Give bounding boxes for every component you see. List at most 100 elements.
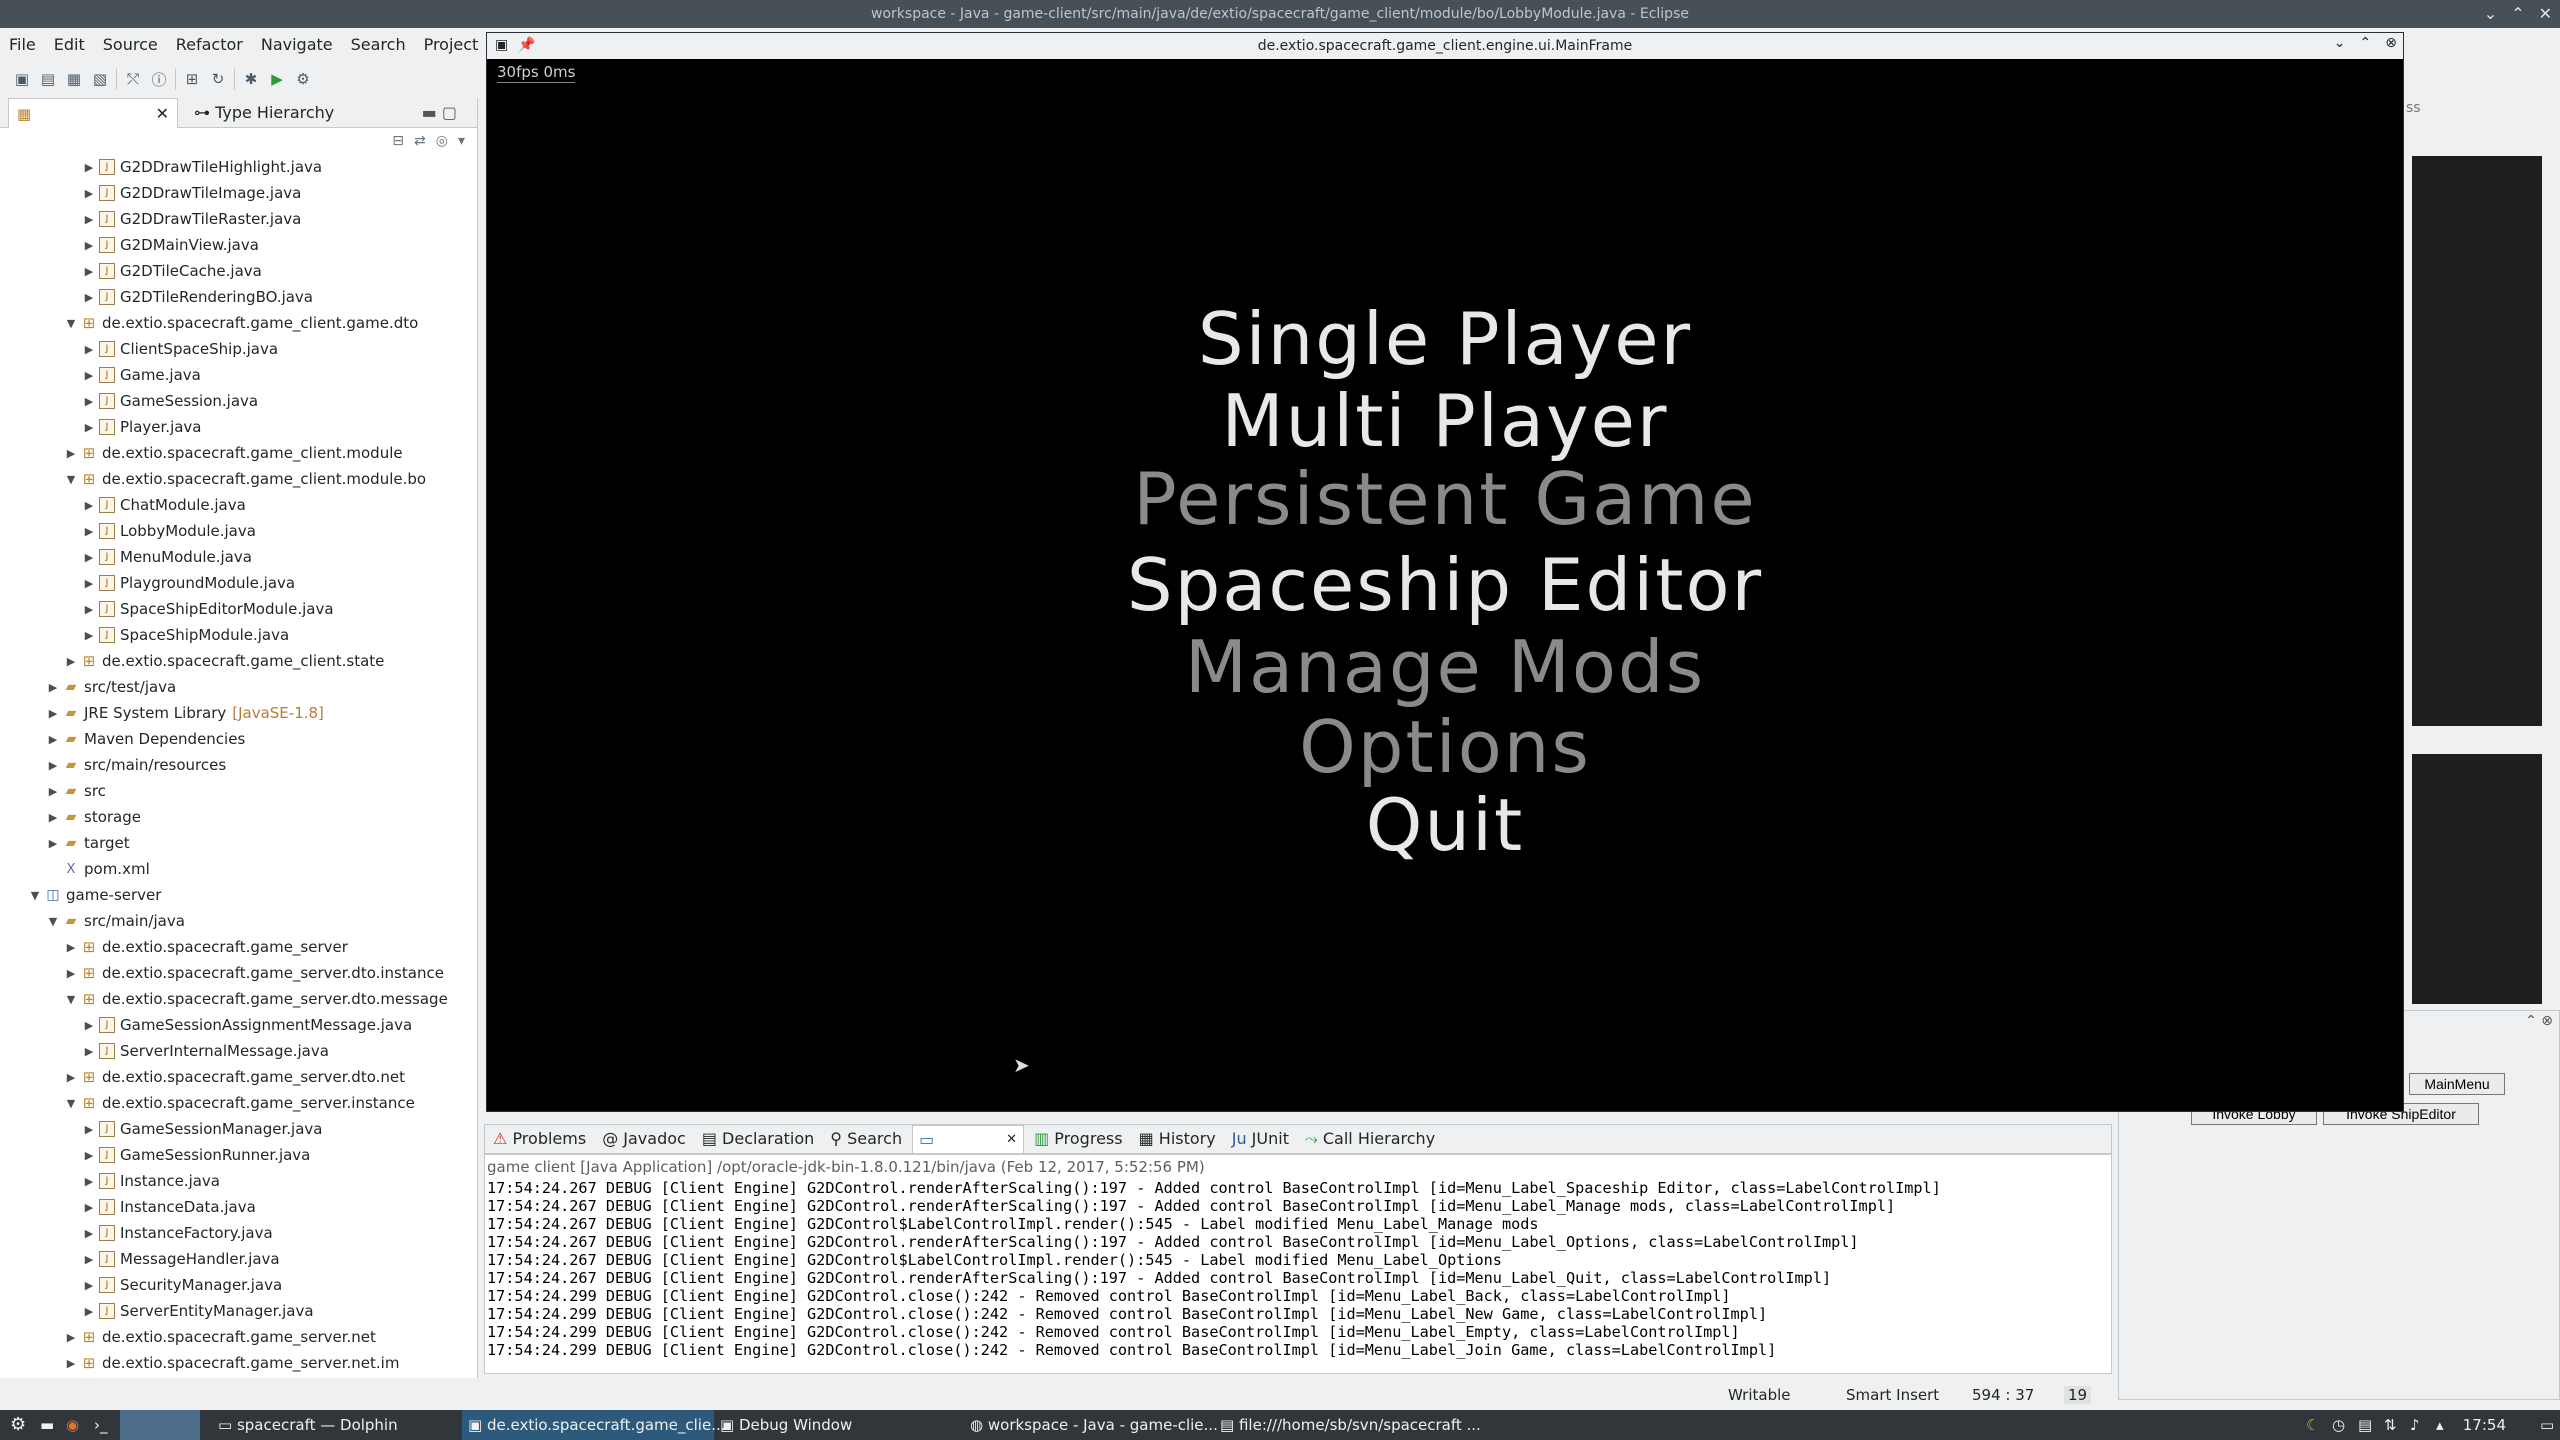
debug-icon[interactable]: ✱ [241,70,261,88]
tree-item[interactable]: ▶ J InstanceData.java [0,1194,477,1220]
tab-call-hierarchy[interactable]: ⤳ Call Hierarchy [1299,1125,1441,1153]
game-menu-manage-mods[interactable]: Manage Mods [487,625,2403,709]
night-color-icon[interactable]: ☾ [2300,1410,2319,1440]
tree-item[interactable]: ▼ ⊞ de.extio.spacecraft.game_client.module… [0,466,477,492]
tab-package-explorer[interactable]: ▦ ✕ [8,97,178,128]
chevron-right-icon[interactable]: ▶ [82,421,96,434]
tree-item[interactable]: ▶ ▰ storage [0,804,477,830]
tree-item[interactable]: ▶ J G2DDrawTileHighlight.java [0,154,477,180]
chevron-right-icon[interactable]: ▶ [46,733,60,746]
chevron-right-icon[interactable]: ▶ [64,1071,78,1084]
chevron-right-icon[interactable]: ▶ [82,1175,96,1188]
tree-item[interactable]: ▶ ▰ JRE System Library [JavaSE-1.8] [0,700,477,726]
tree-item[interactable]: ▶ ⊞ de.extio.spacecraft.game_client.state [0,648,477,674]
chevron-right-icon[interactable]: ▶ [82,1149,96,1162]
link-editor-icon[interactable]: ⇄ [414,133,426,149]
chevron-right-icon[interactable]: ▶ [82,1045,96,1058]
chevron-right-icon[interactable]: ▶ [46,681,60,694]
tree-item[interactable]: ▶ J ServerInternalMessage.java [0,1038,477,1064]
task-eclipse[interactable]: ◍ workspace - Java - game-clie... [964,1410,1218,1440]
terminal-icon[interactable]: ›_ [88,1410,108,1440]
tree-item[interactable]: ▶ J ServerEntityManager.java [0,1298,477,1324]
tree-item[interactable]: ▶ J SecurityManager.java [0,1272,477,1298]
volume-icon[interactable]: ♪ [2404,1410,2420,1440]
pin-icon[interactable]: 📌 [518,37,535,53]
tree-item[interactable]: ▶ J GameSessionRunner.java [0,1142,477,1168]
tab-junit[interactable]: Ju JUnit [1226,1125,1295,1153]
chevron-down-icon[interactable]: ▼ [64,473,78,486]
maximize-icon[interactable]: ⌃ [2360,35,2372,51]
tree-item[interactable]: ▶ ▰ Maven Dependencies [0,726,477,752]
minimize-icon[interactable]: ▬ ▢ [422,103,477,122]
chevron-right-icon[interactable]: ▶ [82,187,96,200]
tab-history[interactable]: ▦ History [1133,1125,1222,1153]
tree-item[interactable]: ▼ ⊞ de.extio.spacecraft.game_server.dto.me… [0,986,477,1012]
chevron-right-icon[interactable]: ▶ [82,1253,96,1266]
chevron-right-icon[interactable]: ▶ [46,759,60,772]
close-icon[interactable]: ✕ [2539,4,2552,23]
chevron-right-icon[interactable]: ▶ [82,1305,96,1318]
refresh-icon[interactable]: ↻ [208,70,228,88]
chevron-right-icon[interactable]: ▶ [82,525,96,538]
chevron-right-icon[interactable]: ▶ [82,499,96,512]
open-icon[interactable]: ▤ [38,70,58,88]
chevron-right-icon[interactable]: ▶ [82,1279,96,1292]
chevron-right-icon[interactable]: ▶ [82,1019,96,1032]
tree-item[interactable]: ▶ J SpaceShipModule.java [0,622,477,648]
tree-item[interactable]: ▶ J Instance.java [0,1168,477,1194]
game-menu-quit[interactable]: Quit [487,783,2403,867]
chevron-right-icon[interactable]: ▶ [82,1123,96,1136]
chevron-right-icon[interactable]: ▶ [82,629,96,642]
clock[interactable]: 17:54 [2463,1410,2506,1440]
run-icon[interactable]: ▶ [267,70,287,88]
menu-source[interactable]: Source [94,28,167,62]
tree-item[interactable]: ▶ ⊞ de.extio.spacecraft.game_server.net.im [0,1350,477,1376]
chevron-right-icon[interactable]: ▶ [46,837,60,850]
tree-item[interactable]: ▶ J GameSessionAssignmentMessage.java [0,1012,477,1038]
tree-item[interactable]: ▶ ⊞ de.extio.spacecraft.game_server.dto.in… [0,960,477,986]
tree-item[interactable]: ▶ J MenuModule.java [0,544,477,570]
tree-item[interactable]: ▶ ⊞ de.extio.spacecraft.game_server [0,934,477,960]
tree-item[interactable]: ▶ J ChatModule.java [0,492,477,518]
tree-item[interactable]: ▶ J InstanceFactory.java [0,1220,477,1246]
package-icon[interactable]: ⊞ [182,70,202,88]
tab-javadoc[interactable]: @ Javadoc [596,1125,692,1153]
info-icon[interactable]: ⓘ [149,69,169,90]
chevron-right-icon[interactable]: ▶ [64,1331,78,1344]
print-icon[interactable]: ▧ [90,70,110,88]
tree-item[interactable]: ▶ ⊞ de.extio.spacecraft.game_server.dto.ne… [0,1064,477,1090]
task-browser[interactable]: ▤ file:///home/sb/svn/spacecraft ... [1214,1410,1481,1440]
maximize-icon[interactable]: ⌃ [2511,4,2524,23]
chevron-right-icon[interactable]: ▶ [64,967,78,980]
tree-item[interactable]: ▶ ▰ src/test/java [0,674,477,700]
tree-item[interactable]: ▶ J GameSession.java [0,388,477,414]
media-icon[interactable]: ◷ [2326,1410,2345,1440]
tab-problems[interactable]: ⚠ Problems [487,1125,592,1153]
focus-icon[interactable]: ◎ [436,133,448,149]
game-menu-persistent-game[interactable]: Persistent Game [487,457,2403,541]
chevron-down-icon[interactable]: ▼ [28,889,42,902]
save-icon[interactable]: ▦ [64,70,84,88]
chevron-down-icon[interactable]: ▼ [64,317,78,330]
chevron-down-icon[interactable]: ▼ [46,915,60,928]
game-menu-options[interactable]: Options [487,705,2403,789]
skip-breakpoints-icon[interactable]: ⤲ [123,70,143,88]
app-menu-icon[interactable]: ▣ [495,37,508,53]
chevron-right-icon[interactable]: ▶ [82,265,96,278]
chevron-down-icon[interactable]: ▼ [64,1097,78,1110]
chevron-right-icon[interactable]: ▶ [82,603,96,616]
clipboard-icon[interactable]: ▤ [2352,1410,2372,1440]
task-dolphin[interactable]: ▭ spacecraft — Dolphin [212,1410,462,1440]
tree-item[interactable]: ▶ ▰ src [0,778,477,804]
chevron-right-icon[interactable]: ▶ [82,577,96,590]
tree-item[interactable]: ▶ J G2DDrawTileImage.java [0,180,477,206]
close-icon[interactable]: ⊗ [2385,35,2397,51]
close-icon[interactable]: ⌃ ⊗ [2525,1013,2553,1029]
firefox-icon[interactable]: ◉ [60,1410,79,1440]
dolphin-icon[interactable]: ▬ [34,1410,54,1440]
launcher-icon[interactable]: ⚙ [4,1410,26,1440]
menu-project[interactable]: Project [415,28,488,62]
tree-item[interactable]: ▶ J Player.java [0,414,477,440]
menu-refactor[interactable]: Refactor [167,28,252,62]
chevron-right-icon[interactable]: ▶ [46,707,60,720]
